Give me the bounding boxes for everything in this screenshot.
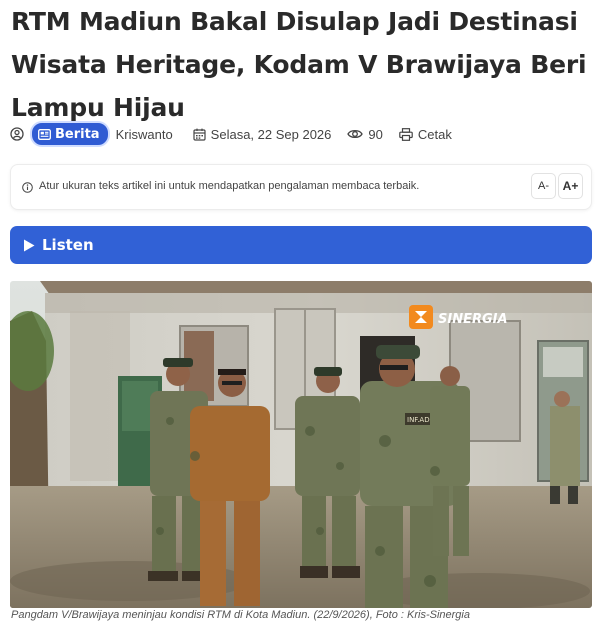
article-photo: INF.AD SINERGIA — [10, 281, 592, 608]
user-icon — [10, 127, 24, 141]
view-count-text: 90 — [368, 126, 383, 142]
printer-icon — [399, 127, 413, 141]
listen-label: Listen — [42, 236, 94, 254]
text-size-notice: Atur ukuran teks artikel ini untuk menda… — [10, 164, 592, 210]
calendar-icon — [193, 128, 206, 141]
publish-date-text: Selasa, 22 Sep 2026 — [210, 126, 332, 142]
listen-button[interactable]: Listen — [10, 226, 592, 264]
print-label: Cetak — [417, 126, 452, 142]
author-name[interactable]: Kriswanto — [116, 127, 173, 142]
publish-date: Selasa, 22 Sep 2026 — [193, 126, 332, 142]
photo-caption: Pangdam V/Brawijaya meninjau kondisi RTM… — [11, 609, 470, 621]
view-count: 90 — [347, 126, 383, 142]
sinergia-logo-icon — [409, 305, 433, 329]
info-icon — [22, 180, 33, 198]
category-label: Berita — [55, 126, 100, 142]
article-page: RTM Madiun Bakal Disulap Jadi Destinasi … — [0, 0, 602, 626]
play-icon — [24, 239, 35, 251]
print-link[interactable]: Cetak — [399, 127, 452, 142]
increase-font-button[interactable]: A+ — [558, 173, 583, 199]
article-title: RTM Madiun Bakal Disulap Jadi Destinasi … — [11, 7, 587, 122]
decrease-font-button[interactable]: A- — [531, 173, 556, 199]
newspaper-icon — [38, 128, 51, 140]
eye-icon — [347, 129, 364, 139]
uniform-patch-text: INF.AD — [407, 416, 430, 424]
article-meta: Berita Kriswanto Selasa, 22 Sep 2026 90 … — [10, 121, 468, 147]
notice-text: Atur ukuran teks artikel ini untuk menda… — [39, 180, 420, 192]
category-badge[interactable]: Berita — [30, 121, 110, 147]
photo-watermark: SINERGIA — [438, 312, 508, 327]
